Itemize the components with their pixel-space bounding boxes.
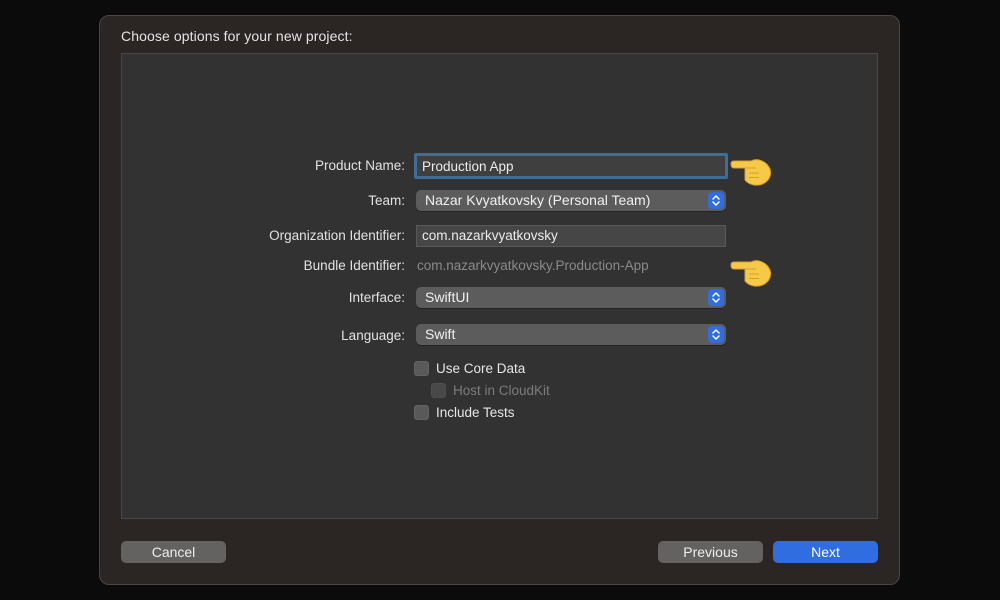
sheet-title: Choose options for your new project: xyxy=(121,28,353,44)
interface-label: Interface: xyxy=(348,290,405,305)
team-label: Team: xyxy=(368,193,405,208)
language-label: Language: xyxy=(341,328,405,343)
use-core-data-checkbox[interactable] xyxy=(414,361,429,376)
chevron-up-down-icon xyxy=(708,289,724,306)
pointing-hand-icon xyxy=(730,159,772,186)
interface-popup[interactable]: SwiftUI xyxy=(416,287,726,308)
interface-row: Interface: SwiftUI xyxy=(122,286,877,310)
cancel-button[interactable]: Cancel xyxy=(121,541,226,563)
new-project-sheet: Choose options for your new project: Pro… xyxy=(99,15,900,585)
language-popup[interactable]: Swift xyxy=(416,324,726,345)
language-row: Language: Swift xyxy=(122,324,877,348)
host-in-cloudkit-checkbox xyxy=(431,383,446,398)
bundle-identifier-label: Bundle Identifier: xyxy=(303,258,405,273)
include-tests-checkbox[interactable] xyxy=(414,405,429,420)
organization-identifier-field[interactable]: com.nazarkvyatkovsky xyxy=(416,225,726,247)
organization-identifier-row: Organization Identifier: com.nazarkvyatk… xyxy=(122,224,877,248)
use-core-data-label: Use Core Data xyxy=(436,361,526,376)
product-name-label: Product Name: xyxy=(314,158,405,173)
language-popup-value: Swift xyxy=(425,326,456,342)
organization-identifier-label: Organization Identifier: xyxy=(269,228,405,243)
product-name-field[interactable]: Production App xyxy=(414,153,728,179)
interface-popup-value: SwiftUI xyxy=(425,289,470,305)
chevron-up-down-icon xyxy=(708,192,724,209)
previous-button[interactable]: Previous xyxy=(658,541,763,563)
team-popup-value: Nazar Kvyatkovsky (Personal Team) xyxy=(425,192,651,208)
pointing-hand-icon xyxy=(730,260,772,287)
chevron-up-down-icon xyxy=(708,326,724,343)
team-popup[interactable]: Nazar Kvyatkovsky (Personal Team) xyxy=(416,190,726,211)
host-in-cloudkit-label: Host in CloudKit xyxy=(453,383,550,398)
options-panel: Product Name: Production App Team: Nazar… xyxy=(121,53,878,519)
include-tests-label: Include Tests xyxy=(436,405,515,420)
bundle-identifier-value: com.nazarkvyatkovsky.Production-App xyxy=(417,258,649,273)
team-row: Team: Nazar Kvyatkovsky (Personal Team) xyxy=(122,189,877,213)
next-button[interactable]: Next xyxy=(773,541,878,563)
